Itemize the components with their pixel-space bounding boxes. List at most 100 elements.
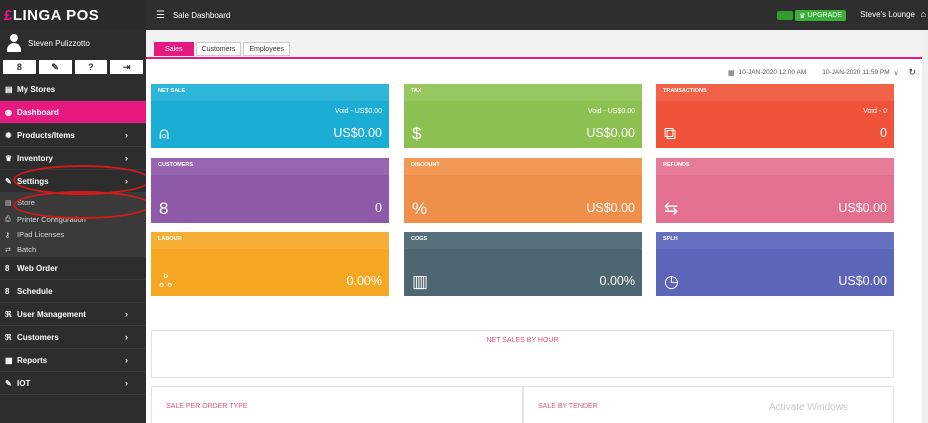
cloche-icon: ⍝ — [159, 124, 170, 143]
panel-title: SALE BY TENDER — [538, 403, 598, 410]
cards-icon: ⧉ — [664, 124, 677, 143]
sidebar: £LINGA POS Steven Pulizzotto 8 ✎ ? ⇥ ▤ My… — [0, 0, 146, 423]
card-title: DISCOUNT — [404, 158, 642, 175]
sidebar-item-label: Batch — [17, 245, 37, 254]
sidebar-item-my-stores[interactable]: ▤ My Stores — [0, 78, 146, 101]
date-from: 10-JAN-2020 12:00 AM — [738, 69, 807, 76]
sidebar-item-iot[interactable]: ✎ IOT › — [0, 372, 146, 395]
refresh-icon[interactable]: ↻ — [908, 67, 916, 78]
user-icon[interactable]: 8 — [3, 60, 36, 74]
sidebar-item-dashboard[interactable]: ◉ Dashboard — [0, 101, 146, 124]
sidebar-item-user-management[interactable]: ℜ User Management › — [0, 303, 146, 326]
card-title: TRANSACTIONS — [656, 84, 894, 101]
card-value: US$0.00 — [838, 274, 887, 288]
card-value: 0.00% — [599, 274, 635, 288]
sidebar-item-schedule[interactable]: 8 Schedule — [0, 280, 146, 303]
chevron-down-icon: ∨ — [893, 69, 899, 77]
dashboard-icon: ◉ — [5, 107, 12, 117]
hamburger-menu-icon[interactable]: ☰ — [156, 10, 165, 21]
schedule-icon: 8 — [5, 286, 10, 296]
panel-sale-per-order-type: SALE PER ORDER TYPE — [151, 386, 523, 423]
chevron-right-icon: › — [125, 130, 128, 140]
activate-windows-watermark: Activate Windows — [769, 402, 848, 413]
web-order-icon: 8 — [5, 263, 10, 273]
sidebar-item-label: My Stores — [17, 84, 56, 94]
card-labour[interactable]: LABOUR ஃ 0.00% — [151, 232, 389, 296]
dashboard-tabs: Sales Customers Employees — [154, 42, 290, 56]
main-content: Sales Customers Employees ▦ 10-JAN-2020 … — [146, 30, 928, 423]
card-void: Void - US$0.00 — [334, 108, 382, 115]
home-icon[interactable]: ⌂ — [921, 9, 926, 19]
card-transactions[interactable]: TRANSACTIONS ⧉ Void - 0 0 — [656, 84, 894, 148]
card-title: CUSTOMERS — [151, 158, 389, 175]
user-profile[interactable]: Steven Pulizzotto — [0, 30, 146, 56]
card-net-sale[interactable]: NET SALE ⍝ Void - US$0.00 US$0.00 — [151, 84, 389, 148]
sidebar-item-label: Schedule — [17, 286, 53, 296]
card-title: TAX — [404, 84, 642, 101]
date-range-picker[interactable]: ▦ 10-JAN-2020 12:00 AM 10-JAN-2020 11:59… — [728, 67, 916, 78]
store-name[interactable]: Steve's Lounge — [860, 10, 915, 19]
panel-net-sales-by-hour: NET SALES BY HOUR — [151, 330, 894, 378]
sidebar-item-label: IPad Licenses — [17, 230, 65, 239]
tab-customers[interactable]: Customers — [195, 42, 242, 56]
sidebar-icon-bar: 8 ✎ ? ⇥ — [0, 56, 146, 78]
upgrade-label: UPGRADE — [807, 12, 842, 19]
logo-mark: £ — [4, 6, 13, 24]
inventory-icon: ♛ — [5, 153, 13, 163]
user-name: Steven Pulizzotto — [28, 38, 90, 48]
logo[interactable]: £LINGA POS — [0, 0, 146, 30]
logout-icon[interactable]: ⇥ — [110, 60, 143, 74]
printer-icon: ⎙ — [5, 215, 11, 223]
wrench-icon[interactable]: ✎ — [38, 60, 72, 74]
card-title: SPLH — [656, 232, 894, 249]
card-void: Void - 0 — [863, 108, 887, 115]
card-title: LABOUR — [151, 232, 389, 249]
card-value: 0 — [375, 201, 382, 215]
scrollbar[interactable] — [922, 30, 928, 423]
chevron-right-icon: › — [125, 176, 128, 186]
settings-icon: ✎ — [5, 176, 12, 186]
top-bar: ☰ Sale Dashboard ♛ UPGRADE Steve's Loung… — [146, 0, 928, 30]
card-customers[interactable]: CUSTOMERS 8 0 — [151, 158, 389, 223]
card-refunds[interactable]: REFUNDS ⇆ US$0.00 — [656, 158, 894, 223]
card-tax[interactable]: TAX $ Void - US$0.00 US$0.00 — [404, 84, 642, 148]
panel-title: NET SALES BY HOUR — [486, 337, 559, 344]
products-icon: ✹ — [5, 130, 12, 140]
sidebar-item-inventory[interactable]: ♛ Inventory › — [0, 147, 146, 170]
boxes-icon: ▥ — [412, 272, 429, 291]
sidebar-item-label: Customers — [17, 332, 59, 342]
sidebar-item-products[interactable]: ✹ Products/Items › — [0, 124, 146, 147]
sidebar-item-reports[interactable]: ▦ Reports › — [0, 349, 146, 372]
sidebar-item-label: Dashboard — [17, 107, 59, 117]
tab-sales[interactable]: Sales — [154, 42, 194, 56]
help-icon[interactable]: ? — [74, 60, 108, 74]
card-value: US$0.00 — [586, 126, 635, 140]
chevron-right-icon: › — [125, 309, 128, 319]
upgrade-button[interactable]: ♛ UPGRADE — [795, 10, 846, 21]
money-bag-icon: $ — [412, 124, 422, 143]
date-to: 10-JAN-2020 11:59 PM — [822, 69, 890, 76]
card-splh[interactable]: SPLH ◷ US$0.00 — [656, 232, 894, 296]
sidebar-item-label: Printer Configuration — [17, 215, 86, 224]
sidebar-item-label: Store — [17, 198, 35, 207]
status-indicator[interactable] — [777, 11, 793, 20]
tab-employees[interactable]: Employees — [243, 42, 290, 56]
sidebar-item-label: Inventory — [17, 153, 54, 163]
store-icon: ▤ — [5, 199, 12, 207]
sidebar-item-customers[interactable]: ℜ Customers › — [0, 326, 146, 349]
sidebar-item-settings[interactable]: ✎ Settings › — [0, 170, 146, 193]
sidebar-item-web-order[interactable]: 8 Web Order — [0, 257, 146, 280]
card-discount[interactable]: DISCOUNT % US$0.00 — [404, 158, 642, 223]
sidebar-item-label: Reports — [17, 355, 48, 365]
card-cogs[interactable]: COGS ▥ 0.00% — [404, 232, 642, 296]
chevron-right-icon: › — [125, 378, 128, 388]
sidebar-subitem-store[interactable]: ▤ Store — [0, 193, 146, 212]
card-title: REFUNDS — [656, 158, 894, 175]
card-value: US$0.00 — [838, 201, 887, 215]
crown-icon: ♛ — [799, 12, 808, 20]
sidebar-subitem-printer-configuration[interactable]: ⎙ Printer Configuration — [0, 212, 146, 227]
sidebar-subitem-batch[interactable]: ⇄ Batch — [0, 242, 146, 257]
batch-icon: ⇄ — [5, 246, 11, 254]
card-value: 0 — [880, 126, 887, 140]
sidebar-subitem-ipad-licenses[interactable]: ⚷ IPad Licenses — [0, 227, 146, 242]
